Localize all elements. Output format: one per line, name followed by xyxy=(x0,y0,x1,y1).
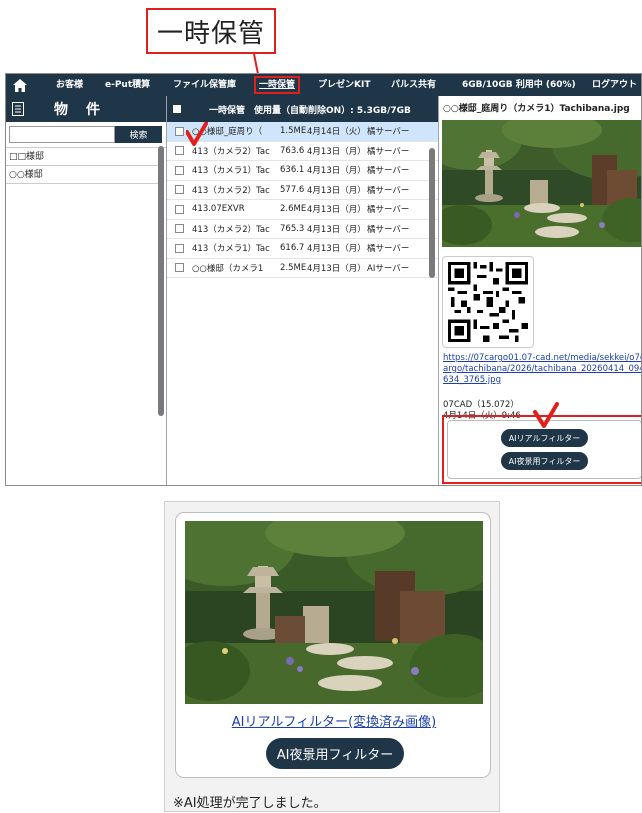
file-checkbox[interactable] xyxy=(175,263,184,273)
file-date: 4月13日（月） xyxy=(307,205,366,216)
completion-notice: ※AI処理が完了しました。 xyxy=(173,796,327,811)
file-date: 4月13日（月） xyxy=(307,166,366,177)
file-date: 4月13日（月） xyxy=(307,224,366,235)
file-size: 2.5ME xyxy=(280,262,307,273)
home-icon[interactable] xyxy=(6,74,34,96)
file-row[interactable]: ○○様邸（カメラ1 2.5ME 4月13日（月） AIサーバー xyxy=(167,259,438,278)
file-size: 616.7 xyxy=(280,243,305,254)
file-checkbox[interactable] xyxy=(175,165,184,175)
property-item[interactable]: □□様邸 xyxy=(6,148,158,166)
file-row[interactable]: 413（カメラ1）Tac 616.7 4月13日（月） 橘サーバー xyxy=(167,239,438,259)
nav-logout[interactable]: ログアウト xyxy=(592,74,637,96)
file-size: 577.6 xyxy=(280,184,305,195)
property-title: 物件 xyxy=(54,102,118,118)
property-search-input[interactable] xyxy=(9,126,115,143)
file-name: 413（カメラ2）Tac xyxy=(192,146,270,157)
file-name: 413.07EXVR xyxy=(192,204,245,215)
file-detail-panel: ○○様邸_庭周り（カメラ1）Tachibana.jpg https://07ca… xyxy=(440,96,641,485)
file-checkbox[interactable] xyxy=(175,146,184,156)
ai-night-filter-button[interactable]: AI夜景用フィルター xyxy=(266,738,404,769)
file-checkbox[interactable] xyxy=(175,224,184,234)
temp-file-header: 一時保管 使用量（自動削除ON）: 5.3GB/7GB xyxy=(167,96,438,122)
file-date: 4月14日（火） xyxy=(307,127,366,138)
file-owner: AIサーバー xyxy=(367,263,410,274)
property-header: 物件 xyxy=(6,96,166,122)
file-row[interactable]: 413（カメラ1）Tac 636.1 4月13日（月） 橘サーバー xyxy=(167,161,438,181)
callout-label: 一時保管 xyxy=(146,8,276,54)
file-size: 765.3 xyxy=(280,223,305,234)
red-check-mark xyxy=(533,402,559,428)
nav-presen-kit[interactable]: プレゼンKIT xyxy=(318,74,370,96)
top-navbar: お客様 e-Put積算 ファイル保管庫 一時保管 プレゼンKIT パルス共有 6… xyxy=(6,74,641,96)
file-owner: 橘サーバー xyxy=(367,166,410,177)
file-url-link[interactable]: https://07cargo01.07-cad.net/media/sekke… xyxy=(443,353,641,386)
red-check-mark xyxy=(186,122,208,146)
ai-real-filter-button[interactable]: AIリアルフィルター xyxy=(500,429,589,447)
select-all-checkbox[interactable] xyxy=(173,105,181,113)
storage-usage: 6GB/10GB 利用中 (60%) xyxy=(462,80,576,90)
nav-pulse-share[interactable]: パルス共有 xyxy=(391,74,436,96)
usage-label: 一時保管 使用量（自動削除ON）: 5.3GB/7GB xyxy=(209,105,411,116)
file-name: 413（カメラ1）Tac xyxy=(192,244,270,255)
file-name: 413（カメラ2）Tac xyxy=(192,224,270,235)
property-item[interactable]: ○○様邸 xyxy=(6,166,158,184)
file-name: 413（カメラ1）Tac xyxy=(192,166,270,177)
nav-eput[interactable]: e-Put積算 xyxy=(105,74,150,96)
ai-result-frame: AIリアルフィルター(変換済み画像) AI夜景用フィルター ※AI処理が完了しま… xyxy=(164,501,500,812)
ai-result-card: AIリアルフィルター(変換済み画像) AI夜景用フィルター xyxy=(175,512,491,778)
file-size: 636.1 xyxy=(280,165,305,176)
nav-customers[interactable]: お客様 xyxy=(56,74,83,96)
converted-image-link[interactable]: AIリアルフィルター(変換済み画像) xyxy=(176,711,492,730)
file-owner: 橘サーバー xyxy=(367,205,410,216)
document-icon xyxy=(12,102,24,116)
file-checkbox[interactable] xyxy=(175,126,184,136)
file-name: 413（カメラ2）Tac xyxy=(192,185,270,196)
file-date: 4月13日（月） xyxy=(307,244,366,255)
converted-garden-photo[interactable] xyxy=(185,521,483,704)
file-title: ○○様邸_庭周り（カメラ1）Tachibana.jpg xyxy=(443,104,630,114)
file-date: 4月13日（月） xyxy=(307,146,366,157)
file-size: 1.5ME xyxy=(280,126,307,137)
file-checkbox[interactable] xyxy=(175,204,184,214)
file-row[interactable]: 413（カメラ2）Tac 577.6 4月13日（月） 橘サーバー xyxy=(167,181,438,200)
file-size: 2.6ME xyxy=(280,204,307,215)
file-owner: 橘サーバー xyxy=(367,244,410,255)
ai-night-filter-button[interactable]: AI夜景用フィルター xyxy=(500,452,589,470)
file-size: 763.6 xyxy=(280,145,305,156)
app-window: お客様 e-Put積算 ファイル保管庫 一時保管 プレゼンKIT パルス共有 6… xyxy=(5,73,642,486)
file-owner: 橘サーバー xyxy=(367,185,410,196)
file-owner: 橘サーバー xyxy=(367,224,410,235)
nav-file-storage[interactable]: ファイル保管庫 xyxy=(173,74,236,96)
search-button[interactable]: 検索 xyxy=(115,126,162,143)
file-list-scrollbar[interactable] xyxy=(429,148,435,278)
file-checkbox[interactable] xyxy=(175,243,184,253)
file-row[interactable]: 413.07EXVR 2.6ME 4月13日（月） 橘サーバー xyxy=(167,200,438,220)
file-name: ○○様邸（カメラ1 xyxy=(192,263,264,274)
file-date: 4月13日（月） xyxy=(307,185,366,196)
file-owner: 橘サーバー xyxy=(367,127,410,138)
property-scrollbar[interactable] xyxy=(158,146,164,416)
temp-file-panel: 一時保管 使用量（自動削除ON）: 5.3GB/7GB ○○様邸_庭周り（ 1.5… xyxy=(167,96,439,485)
file-date: 4月13日（月） xyxy=(307,263,366,274)
property-list: □□様邸 ○○様邸 xyxy=(6,147,166,184)
garden-photo-thumbnail[interactable] xyxy=(442,120,641,247)
file-owner: 橘サーバー xyxy=(367,146,410,157)
nav-temp-storage[interactable]: 一時保管 xyxy=(254,76,301,94)
property-panel: 物件 検索 □□様邸 ○○様邸 xyxy=(6,96,167,485)
file-checkbox[interactable] xyxy=(175,185,184,195)
file-row[interactable]: 413（カメラ2）Tac 765.3 4月13日（月） 橘サーバー xyxy=(167,220,438,239)
qr-code xyxy=(442,256,534,348)
callout-pointer xyxy=(253,54,259,74)
